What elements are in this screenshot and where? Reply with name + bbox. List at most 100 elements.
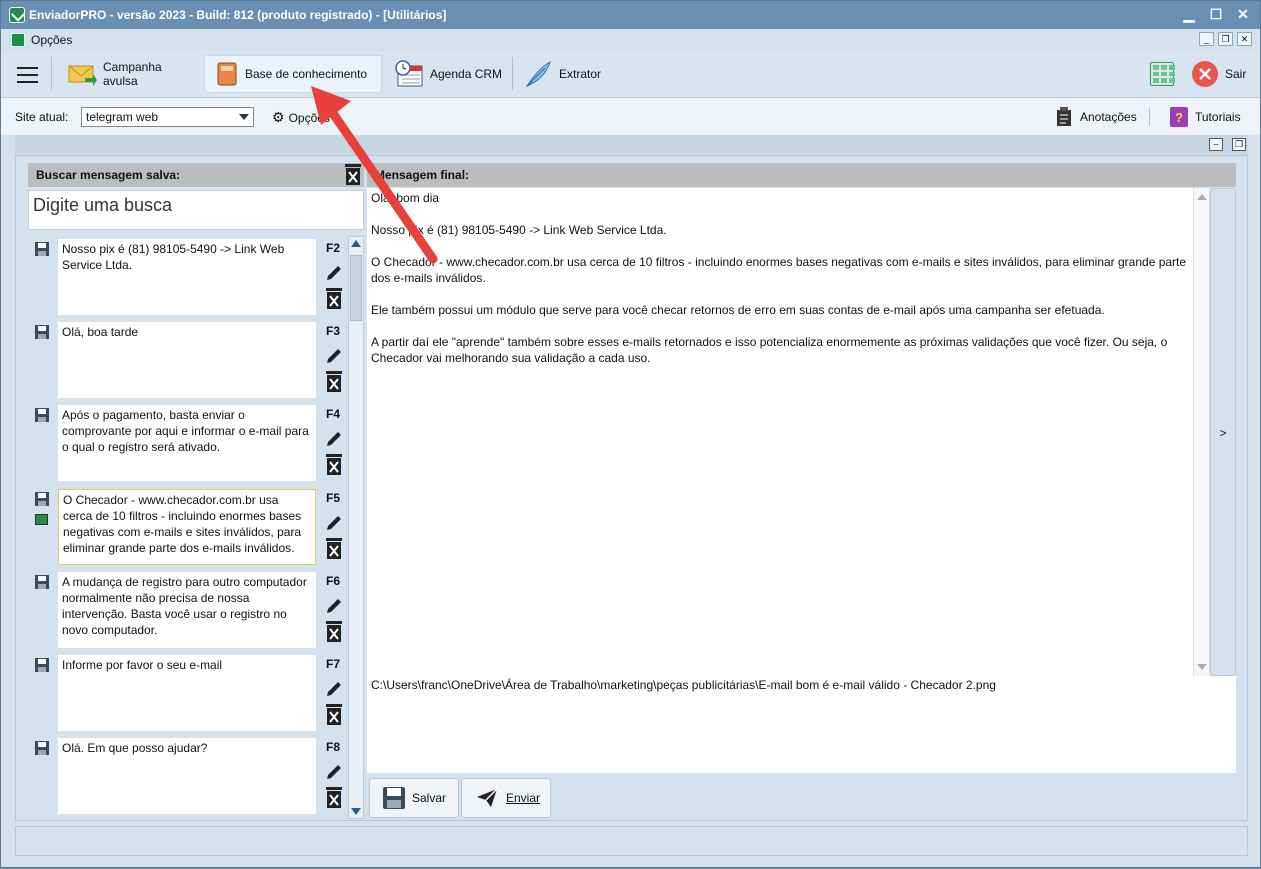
- list-item-text[interactable]: O Checador - www.checador.com.br usa cer…: [58, 489, 316, 565]
- main-toolbar: Campanha avulsa Base de conhecimento Age…: [1, 51, 1260, 98]
- left-header: Buscar mensagem salva:: [28, 163, 364, 187]
- opcoes-label: Opções: [288, 110, 330, 125]
- exit-icon: [1192, 61, 1218, 87]
- feather-icon: [525, 60, 551, 88]
- list-item-text[interactable]: Olá, boa tarde: [58, 322, 316, 398]
- delete-icon[interactable]: [325, 704, 343, 726]
- anotacoes-label: Anotações: [1080, 110, 1137, 124]
- enviar-label: Enviar: [506, 791, 541, 805]
- list-item[interactable]: Informe por favor o seu e-mail F7: [28, 652, 346, 732]
- saved-messages-list: Nosso pix é (81) 98105-5490 -> Link Web …: [28, 236, 346, 819]
- list-item[interactable]: Nosso pix é (81) 98105-5490 -> Link Web …: [28, 236, 346, 316]
- delete-icon[interactable]: [325, 538, 343, 560]
- save-icon[interactable]: [34, 241, 50, 257]
- pencil-icon[interactable]: [324, 346, 344, 366]
- shortcut-key: F7: [326, 657, 341, 671]
- list-scrollbar[interactable]: [348, 236, 364, 819]
- pencil-icon[interactable]: [324, 596, 344, 616]
- list-item[interactable]: A mudança de registro para outro computa…: [28, 569, 346, 649]
- site-select[interactable]: telegram web: [81, 107, 254, 127]
- menu-opcoes[interactable]: Opções: [31, 33, 72, 47]
- child-restore-button[interactable]: ❐: [1218, 32, 1233, 46]
- delete-icon[interactable]: [325, 454, 343, 476]
- base-conhecimento-label: Base de conhecimento: [245, 67, 368, 81]
- shortcut-key: F4: [326, 407, 341, 421]
- extrator-button[interactable]: Extrator: [523, 55, 613, 93]
- site-bar: Site atual: telegram web ⚙ Opções Anotaç…: [1, 98, 1260, 135]
- attachment-path-text: C:\Users\franc\OneDrive\Área de Trabalho…: [371, 678, 996, 692]
- message-line: Olá, bom dia: [371, 191, 440, 205]
- scroll-up-icon[interactable]: [351, 240, 361, 247]
- search-placeholder: Digite uma busca: [33, 195, 173, 215]
- divider: [51, 57, 52, 91]
- list-item-text[interactable]: Informe por favor o seu e-mail: [58, 655, 316, 731]
- save-icon[interactable]: [34, 407, 50, 423]
- list-item[interactable]: O Checador - www.checador.com.br usa cer…: [28, 486, 346, 566]
- pencil-icon[interactable]: [324, 429, 344, 449]
- right-header-title: Mensagem final:: [375, 168, 470, 182]
- list-item-text[interactable]: Após o pagamento, basta enviar o comprov…: [58, 405, 316, 481]
- save-icon[interactable]: [34, 740, 50, 756]
- message-scrollbar[interactable]: [1193, 188, 1209, 676]
- child-minimize-button[interactable]: _: [1199, 32, 1214, 46]
- sair-label: Sair: [1225, 67, 1247, 81]
- attachment-path[interactable]: C:\Users\franc\OneDrive\Área de Trabalho…: [367, 676, 1236, 773]
- scroll-down-icon[interactable]: [351, 808, 361, 815]
- scroll-down-icon[interactable]: [1197, 664, 1207, 670]
- grid-apps-icon[interactable]: [1150, 62, 1175, 86]
- clear-search-icon[interactable]: [343, 163, 363, 187]
- panel-minimize-button[interactable]: –: [1209, 138, 1223, 151]
- anotacoes-button[interactable]: Anotações: [1056, 107, 1137, 127]
- title-bar: EnviadorPRO - versão 2023 - Build: 812 (…: [1, 1, 1260, 29]
- child-close-button[interactable]: ✕: [1237, 32, 1252, 46]
- search-input[interactable]: Digite uma busca: [28, 190, 364, 230]
- salvar-button[interactable]: Salvar: [369, 778, 459, 818]
- agenda-crm-button[interactable]: Agenda CRM: [394, 55, 506, 93]
- agenda-crm-label: Agenda CRM: [430, 67, 503, 81]
- maximize-button[interactable]: ☐: [1209, 6, 1223, 22]
- sair-button[interactable]: Sair: [1191, 55, 1251, 93]
- list-item-text[interactable]: Olá. Em que posso ajudar?: [58, 738, 316, 814]
- delete-icon[interactable]: [325, 371, 343, 393]
- list-item-text[interactable]: A mudança de registro para outro computa…: [58, 572, 316, 648]
- expand-side-panel-button[interactable]: >: [1210, 188, 1236, 676]
- save-icon[interactable]: [34, 657, 50, 673]
- save-icon[interactable]: [34, 491, 50, 507]
- opcoes-button[interactable]: ⚙ Opções: [272, 109, 330, 126]
- campanha-avulsa-button[interactable]: Campanha avulsa: [67, 55, 197, 93]
- campanha-avulsa-label: Campanha avulsa: [103, 60, 162, 88]
- close-button[interactable]: ✕: [1236, 6, 1250, 22]
- list-item-text[interactable]: Nosso pix é (81) 98105-5490 -> Link Web …: [58, 239, 316, 315]
- message-line: Nosso pix é (81) 98105-5490 -> Link Web …: [371, 223, 667, 237]
- delete-icon[interactable]: [325, 787, 343, 809]
- scroll-thumb[interactable]: [350, 255, 362, 321]
- list-item[interactable]: Olá. Em que posso ajudar? F8: [28, 735, 346, 815]
- scroll-up-icon[interactable]: [1197, 194, 1207, 200]
- book-icon: [217, 62, 237, 86]
- delete-icon[interactable]: [325, 288, 343, 310]
- shortcut-key: F6: [326, 574, 341, 588]
- message-line: O Checador - www.checador.com.br usa cer…: [371, 255, 1187, 285]
- gear-icon: ⚙: [272, 109, 285, 125]
- pencil-icon[interactable]: [324, 762, 344, 782]
- base-conhecimento-button[interactable]: Base de conhecimento: [204, 55, 382, 93]
- save-icon[interactable]: [34, 324, 50, 340]
- minimize-button[interactable]: ▁: [1182, 6, 1196, 22]
- app-window: EnviadorPRO - versão 2023 - Build: 812 (…: [0, 0, 1261, 868]
- pencil-icon[interactable]: [324, 513, 344, 533]
- panel-restore-button[interactable]: ❐: [1232, 138, 1246, 151]
- menu-bar: Opções _ ❐ ✕: [1, 29, 1260, 51]
- list-item[interactable]: Após o pagamento, basta enviar o comprov…: [28, 402, 346, 482]
- divider: [1149, 108, 1150, 126]
- enviar-button[interactable]: Enviar: [461, 778, 551, 818]
- tutoriais-button[interactable]: ? Tutoriais: [1169, 106, 1241, 128]
- floppy-icon: [383, 787, 405, 809]
- hamburger-menu-icon[interactable]: [17, 67, 38, 83]
- notepad-icon: [1057, 107, 1071, 126]
- list-item[interactable]: Olá, boa tarde F3: [28, 319, 346, 399]
- pencil-icon[interactable]: [324, 263, 344, 283]
- delete-icon[interactable]: [325, 621, 343, 643]
- save-icon[interactable]: [34, 574, 50, 590]
- message-editor[interactable]: Olá, bom dia Nosso pix é (81) 98105-5490…: [367, 188, 1209, 676]
- pencil-icon[interactable]: [324, 679, 344, 699]
